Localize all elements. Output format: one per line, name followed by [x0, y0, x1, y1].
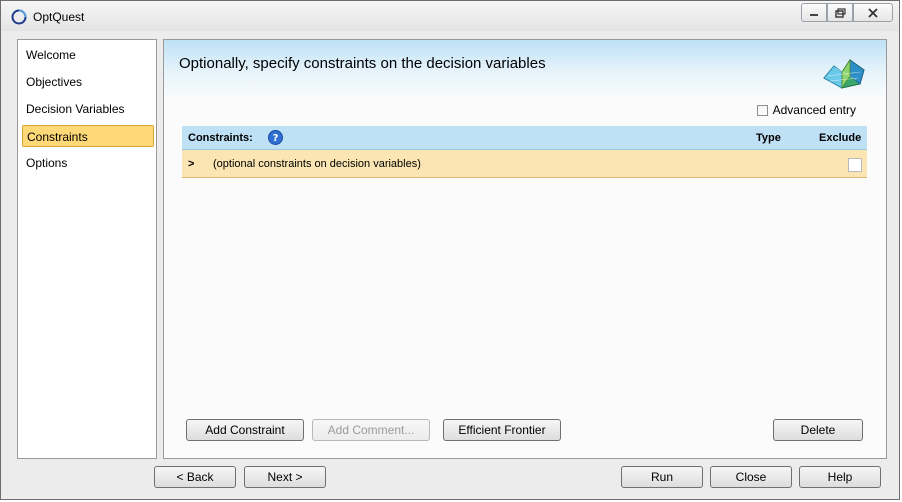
column-header-type: Type — [756, 132, 781, 144]
sidebar-item-welcome[interactable]: Welcome — [22, 44, 154, 66]
advanced-entry-toggle[interactable]: Advanced entry — [756, 103, 856, 117]
window-controls — [801, 3, 893, 22]
page-title: Optionally, specify constraints on the d… — [179, 55, 546, 72]
back-button[interactable]: < Back — [154, 466, 236, 488]
panel-header: Optionally, specify constraints on the d… — [164, 40, 886, 96]
help-icon[interactable]: ? — [268, 130, 283, 145]
restore-icon — [834, 7, 846, 18]
window-title: OptQuest — [33, 10, 85, 24]
add-constraint-button[interactable]: Add Constraint — [186, 419, 304, 441]
restore-button[interactable] — [827, 3, 853, 22]
optquest-app-icon — [11, 9, 27, 25]
close-button[interactable]: Close — [710, 466, 792, 488]
add-comment-button[interactable]: Add Comment... — [312, 419, 430, 441]
minimize-icon — [810, 13, 818, 16]
column-header-exclude: Exclude — [819, 132, 862, 144]
efficient-frontier-button[interactable]: Efficient Frontier — [443, 419, 561, 441]
column-header-constraints: Constraints: — [188, 132, 253, 144]
table-row[interactable]: > (optional constraints on decision vari… — [182, 150, 867, 178]
wizard-sidebar: Welcome Objectives Decision Variables Co… — [17, 39, 157, 459]
exclude-checkbox[interactable] — [848, 158, 862, 172]
run-button[interactable]: Run — [621, 466, 703, 488]
sidebar-item-decision-variables[interactable]: Decision Variables — [22, 98, 154, 120]
advanced-entry-label: Advanced entry — [772, 103, 856, 117]
row-pointer-icon: > — [188, 158, 195, 170]
sidebar-item-options[interactable]: Options — [22, 152, 154, 174]
optquest-surface-logo-icon — [823, 58, 865, 90]
constraint-text[interactable]: (optional constraints on decision variab… — [213, 158, 421, 170]
close-window-button[interactable] — [853, 3, 893, 22]
close-icon — [868, 7, 878, 18]
next-button[interactable]: Next > — [244, 466, 326, 488]
advanced-entry-checkbox[interactable] — [756, 104, 768, 116]
title-bar[interactable]: OptQuest — [1, 1, 899, 31]
minimize-button[interactable] — [801, 3, 827, 22]
sidebar-item-constraints[interactable]: Constraints — [22, 125, 154, 147]
constraints-table-header: Constraints: ? Type Exclude — [182, 126, 867, 150]
sidebar-item-objectives[interactable]: Objectives — [22, 71, 154, 93]
svg-text:?: ? — [273, 133, 279, 144]
delete-button[interactable]: Delete — [773, 419, 863, 441]
help-button[interactable]: Help — [799, 466, 881, 488]
constraints-panel: Optionally, specify constraints on the d… — [163, 39, 887, 459]
optquest-window: OptQuest Welcome Objectives Decision Var… — [0, 0, 900, 500]
